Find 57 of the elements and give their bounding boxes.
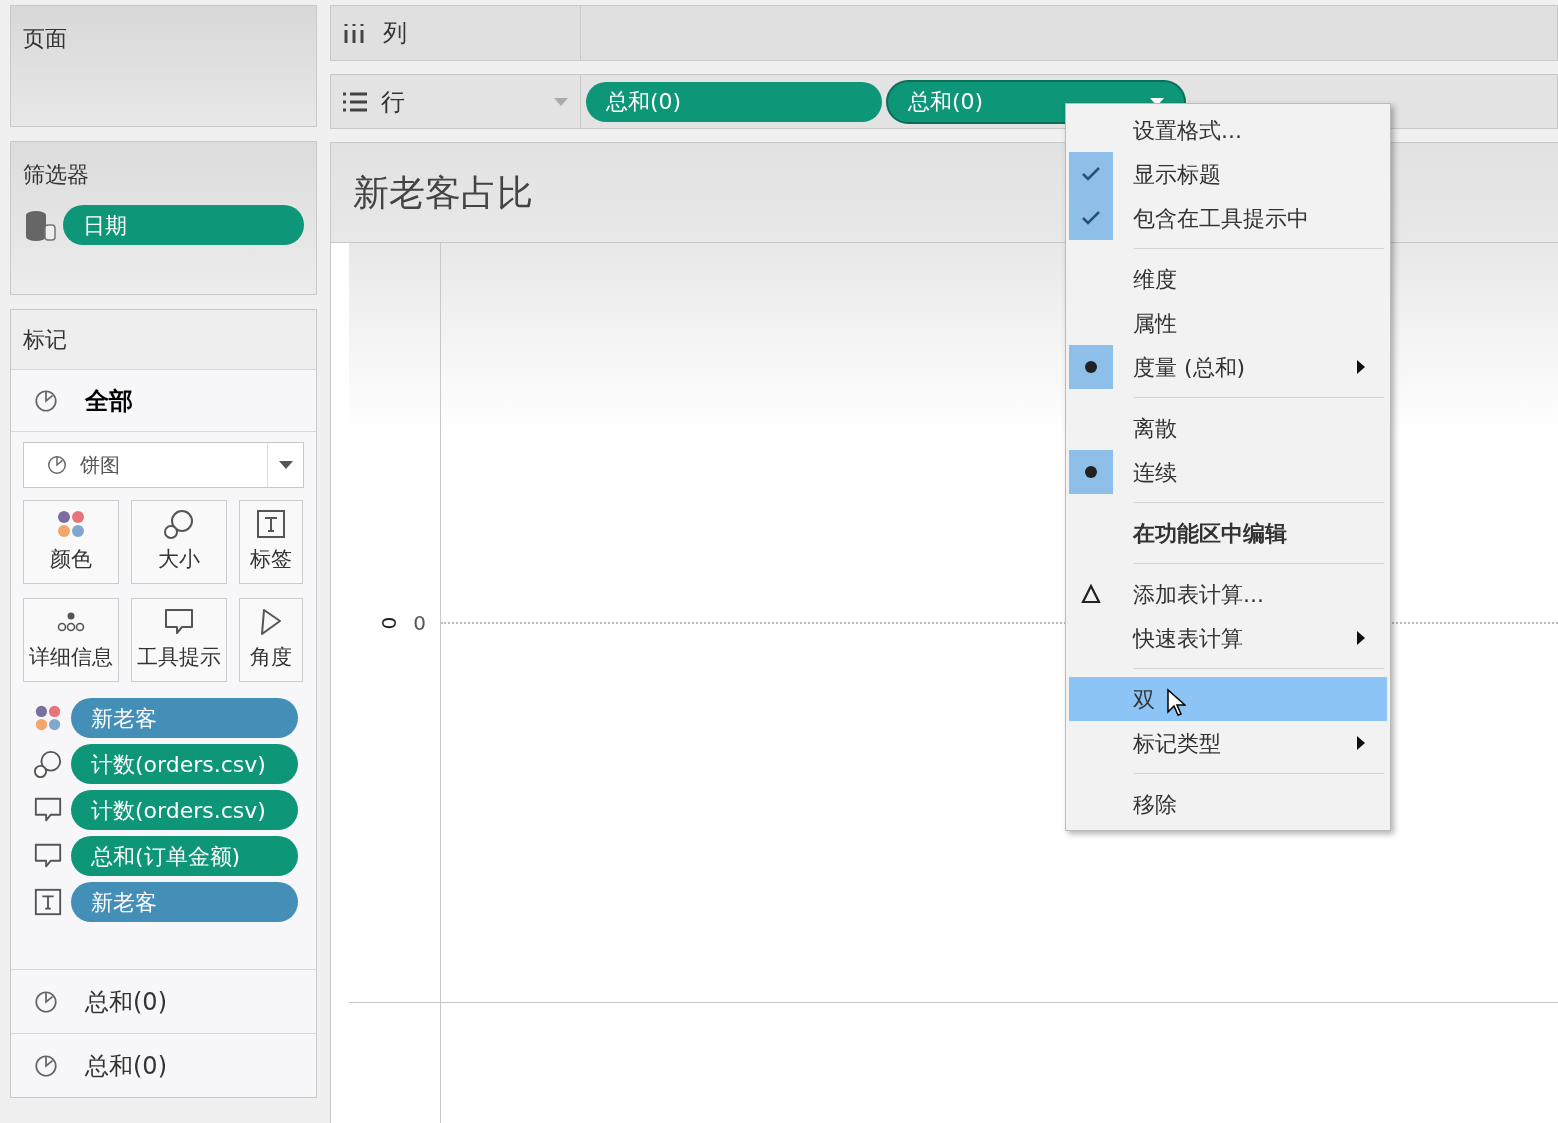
mark-property-button[interactable]: 角度 — [239, 598, 303, 682]
database-icon — [23, 208, 57, 242]
caret-icon — [278, 461, 293, 469]
card-title: 标记 — [23, 326, 67, 354]
menu-item[interactable]: 在功能区中编辑 — [1069, 511, 1387, 555]
menu-item[interactable]: 快速表计算 — [1069, 616, 1387, 660]
circles-icon — [33, 749, 63, 779]
mark-type-dropdown[interactable]: 饼图 — [23, 442, 304, 488]
rows-shelf-label: 行 — [331, 75, 581, 128]
card-title: 页面 — [23, 26, 67, 51]
axis-tick-label: 0 — [413, 609, 426, 637]
pie-chart-icon — [33, 387, 59, 414]
mark-property-button[interactable]: 颜色 — [23, 500, 119, 584]
measure-pill[interactable]: 总和(0) — [586, 81, 882, 122]
delta-icon — [1081, 584, 1101, 604]
color-dots-icon — [33, 703, 63, 733]
columns-icon — [343, 22, 365, 44]
mouse-cursor-icon — [1166, 688, 1186, 718]
menu-item[interactable]: 包含在工具提示中 — [1069, 196, 1387, 240]
caret-icon — [554, 97, 568, 106]
text-box-icon — [255, 508, 287, 541]
menu-item[interactable]: 离散 — [1069, 406, 1387, 450]
field-pill[interactable]: 总和(订单金额) — [71, 836, 298, 876]
menu-item[interactable]: 显示标题 — [1069, 152, 1387, 196]
list-icon — [343, 91, 367, 112]
field-pill[interactable]: 计数(orders.csv) — [71, 744, 298, 784]
circles-icon — [163, 508, 195, 541]
submenu-arrow-icon — [1357, 736, 1365, 750]
field-pill[interactable]: 新老客 — [71, 882, 298, 922]
menu-item[interactable]: 标记类型 — [1069, 721, 1387, 765]
pie-chart-icon — [46, 454, 68, 476]
menu-item[interactable]: 双 — [1069, 677, 1387, 721]
menu-item[interactable]: 度量 (总和) — [1069, 345, 1387, 389]
menu-item[interactable]: 维度 — [1069, 257, 1387, 301]
filter-pill[interactable]: 日期 — [63, 205, 304, 245]
mark-property-button[interactable]: 工具提示 — [131, 598, 227, 682]
menu-item[interactable]: 添加表计算... — [1069, 572, 1387, 616]
text-box-icon — [33, 887, 63, 917]
marks-section-header[interactable]: 全部 — [11, 370, 316, 432]
menu-item[interactable]: 连续 — [1069, 450, 1387, 494]
field-pill[interactable]: 计数(orders.csv) — [71, 790, 298, 830]
axis-title: 0 — [375, 616, 402, 629]
columns-shelf-label: 列 — [331, 6, 581, 60]
card-title: 筛选器 — [23, 161, 90, 189]
marks-section-header[interactable]: 总和(0) — [11, 969, 316, 1033]
pie-chart-icon — [33, 1052, 59, 1079]
field-pill[interactable]: 新老客 — [71, 698, 298, 738]
menu-item[interactable]: 移除 — [1069, 782, 1387, 826]
mark-property-button[interactable]: 标签 — [239, 500, 303, 584]
marks-section-header[interactable]: 总和(0) — [11, 1033, 316, 1097]
submenu-arrow-icon — [1357, 631, 1365, 645]
view-title: 新老客占比 — [353, 170, 533, 215]
mark-property-button[interactable]: 大小 — [131, 500, 227, 584]
mark-property-button[interactable]: 详细信息 — [23, 598, 119, 682]
submenu-arrow-icon — [1357, 360, 1365, 374]
pie-chart-icon — [33, 988, 59, 1015]
menu-item[interactable]: 属性 — [1069, 301, 1387, 345]
